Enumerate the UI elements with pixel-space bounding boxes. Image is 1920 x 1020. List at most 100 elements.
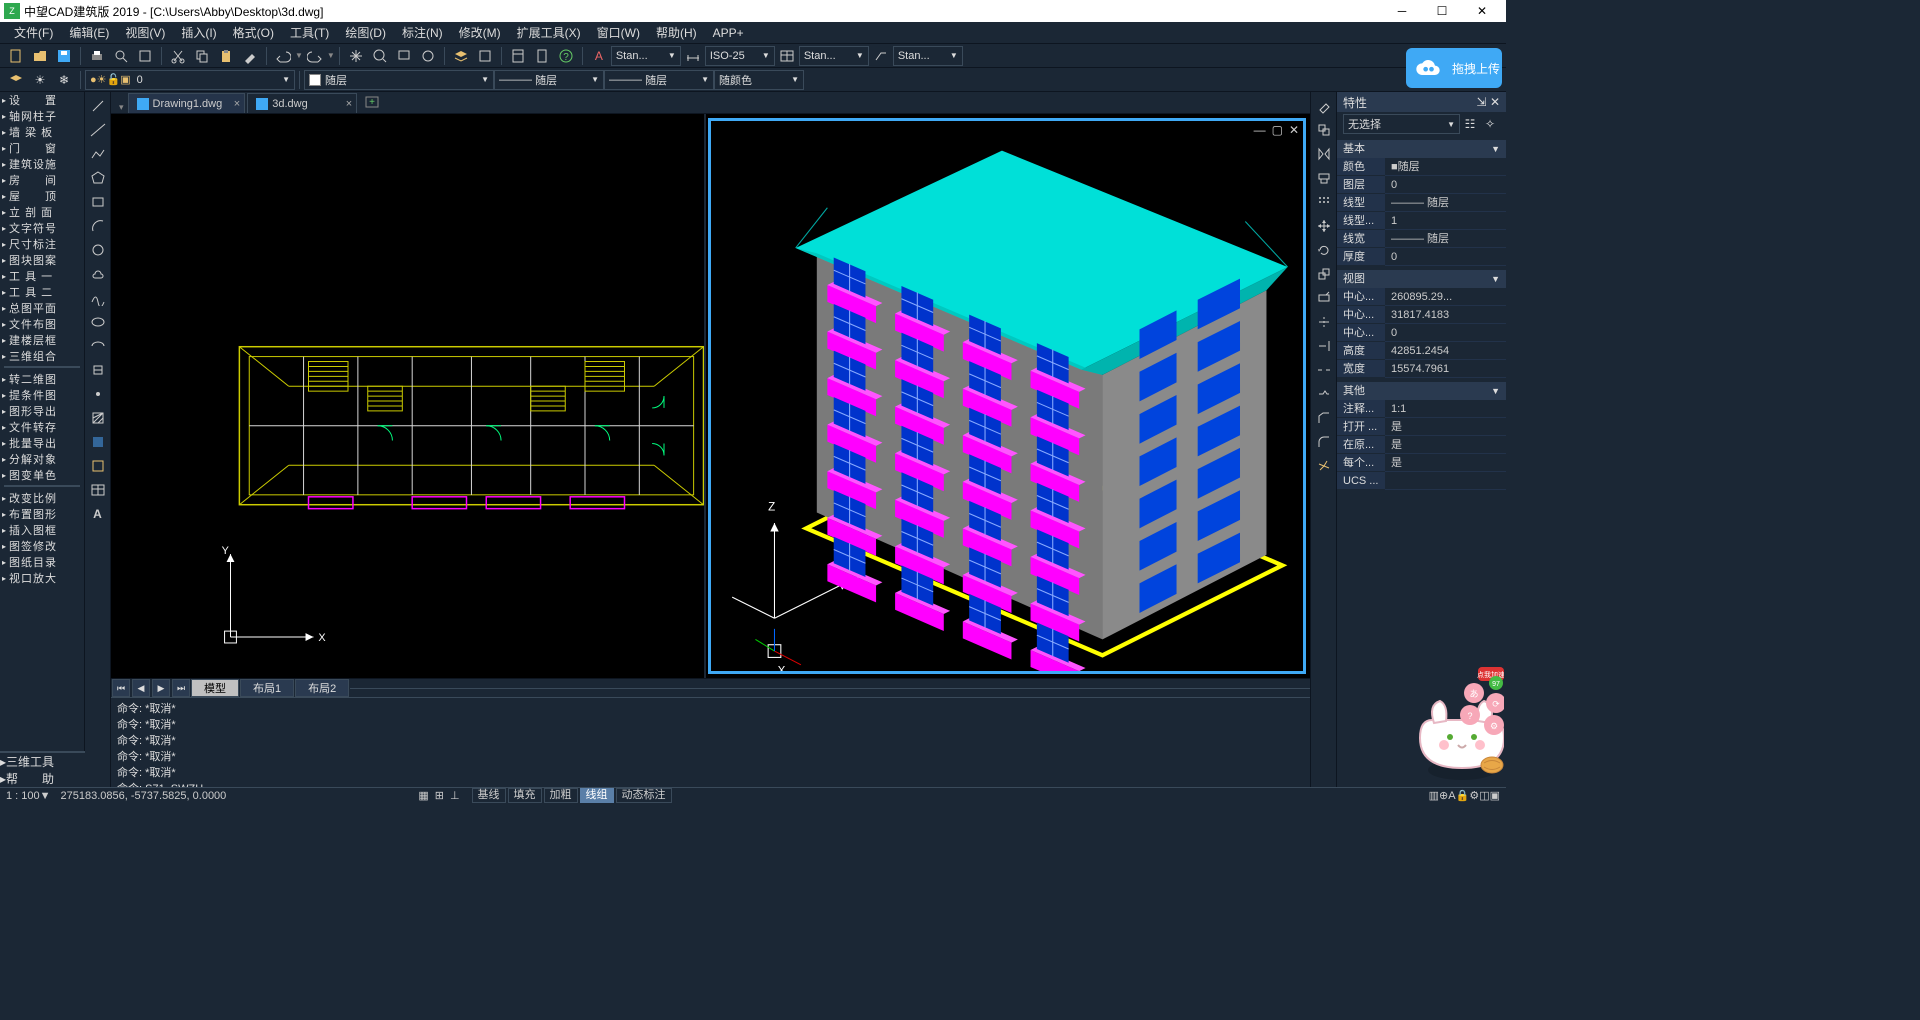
lp-item[interactable]: ▸视口放大 (0, 570, 84, 586)
layerstate-icon[interactable]: ☀ (29, 69, 51, 91)
prop-row[interactable]: 颜色■随层 (1337, 158, 1506, 176)
grid-icon[interactable]: ▦ (418, 789, 428, 802)
lp-item[interactable]: ▸文件转存 (0, 419, 84, 435)
textstyle-icon[interactable]: A (588, 45, 610, 67)
new-tab-icon[interactable]: + (361, 91, 383, 113)
explode-icon[interactable] (1313, 455, 1335, 477)
redo-icon[interactable] (304, 45, 326, 67)
lp-item[interactable]: ▸图签修改 (0, 538, 84, 554)
sb-lock-icon[interactable]: 🔒 (1456, 789, 1470, 802)
undo-icon[interactable] (272, 45, 294, 67)
mtext-icon[interactable]: A (87, 503, 109, 525)
erase-icon[interactable] (1313, 95, 1335, 117)
sb-lgroup[interactable]: 线组 (580, 788, 614, 803)
maximize-button[interactable]: ☐ (1422, 0, 1462, 22)
snap-icon[interactable]: ⊞ (435, 789, 444, 802)
ltype-combo[interactable]: ——— 随层▼ (494, 70, 604, 90)
plotcolor-combo[interactable]: 随颜色▼ (714, 70, 804, 90)
offset-icon[interactable] (1313, 167, 1335, 189)
tab-drawing1[interactable]: Drawing1.dwg× (128, 93, 246, 113)
mleaderstyle-icon[interactable] (870, 45, 892, 67)
prop-row[interactable]: 厚度0 (1337, 248, 1506, 266)
textstyle-combo[interactable]: Stan...▼ (611, 46, 681, 66)
lp-item[interactable]: ▸建筑设施 (0, 156, 84, 172)
prop-row[interactable]: 中心...0 (1337, 324, 1506, 342)
prop-row[interactable]: 宽度15574.7961 (1337, 360, 1506, 378)
menu-window[interactable]: 窗口(W) (589, 22, 648, 44)
sb-annomon-icon[interactable]: ⊕ (1439, 789, 1448, 802)
menu-dim[interactable]: 标注(N) (394, 22, 451, 44)
selection-combo[interactable]: 无选择▼ (1343, 114, 1460, 134)
ellipse-icon[interactable] (87, 311, 109, 333)
prop-row[interactable]: 中心...260895.29... (1337, 288, 1506, 306)
quickselect-icon[interactable]: ☷ (1461, 115, 1479, 133)
minimize-button[interactable]: ─ (1382, 0, 1422, 22)
lp-item[interactable]: ▸图形导出 (0, 403, 84, 419)
open-icon[interactable] (29, 45, 51, 67)
prop-row[interactable]: 线宽——— 随层 (1337, 230, 1506, 248)
dimstyle-combo[interactable]: ISO-25▼ (705, 46, 775, 66)
tablestyle-combo[interactable]: Stan...▼ (799, 46, 869, 66)
close-button[interactable]: ✕ (1462, 0, 1502, 22)
hatch-icon[interactable] (87, 407, 109, 429)
publish-icon[interactable] (134, 45, 156, 67)
paste-icon[interactable] (215, 45, 237, 67)
menu-app[interactable]: APP+ (705, 22, 752, 44)
lp-item[interactable]: ▸尺寸标注 (0, 236, 84, 252)
viewport-plan[interactable]: X Y (111, 114, 706, 678)
layout-prev-icon[interactable]: ◀ (132, 679, 150, 697)
props-icon[interactable] (507, 45, 529, 67)
prop-section[interactable]: 其他▼ (1337, 382, 1506, 400)
layerprops-icon[interactable] (5, 69, 27, 91)
layout-1[interactable]: 布局1 (240, 679, 294, 697)
layeriso-icon[interactable]: ❄ (53, 69, 75, 91)
menu-view[interactable]: 视图(V) (117, 22, 173, 44)
close-icon[interactable]: × (346, 98, 352, 110)
help-icon[interactable]: ? (555, 45, 577, 67)
sb-dyn[interactable]: 动态标注 (616, 788, 672, 803)
menu-modify[interactable]: 修改(M) (451, 22, 509, 44)
tab-3d[interactable]: 3d.dwg× (247, 93, 357, 113)
layer-prev-icon[interactable] (474, 45, 496, 67)
stretch-icon[interactable] (1313, 287, 1335, 309)
prop-row[interactable]: 在原...是 (1337, 436, 1506, 454)
pan-icon[interactable] (345, 45, 367, 67)
layout-2[interactable]: 布局2 (295, 679, 349, 697)
lp-item[interactable]: ▸布置图形 (0, 506, 84, 522)
sb-iso-icon[interactable]: ◫ (1479, 789, 1489, 802)
lp-item[interactable]: ▸房 间 (0, 172, 84, 188)
vp-min-icon[interactable]: ― (1254, 123, 1266, 137)
vp-close-icon[interactable]: ✕ (1289, 123, 1299, 137)
tablestyle-icon[interactable] (776, 45, 798, 67)
lp-item[interactable]: ▸改变比例 (0, 490, 84, 506)
lp-item[interactable]: ▸分解对象 (0, 451, 84, 467)
arc-icon[interactable] (87, 215, 109, 237)
ellipsearc-icon[interactable] (87, 335, 109, 357)
sb-annoscale-icon[interactable]: A (1448, 790, 1455, 802)
menu-draw[interactable]: 绘图(D) (337, 22, 394, 44)
menu-edit[interactable]: 编辑(E) (61, 22, 117, 44)
props-pin-icon[interactable]: ⇲ (1477, 95, 1487, 109)
copyobj-icon[interactable] (1313, 119, 1335, 141)
lp-item[interactable]: ▸墙 梁 板 (0, 124, 84, 140)
rect-icon[interactable] (87, 191, 109, 213)
lweight-combo[interactable]: ——— 随层▼ (604, 70, 714, 90)
dimstyle-icon[interactable] (682, 45, 704, 67)
command-window[interactable]: 命令: *取消*命令: *取消* 命令: *取消*命令: *取消* 命令: *取… (111, 697, 1310, 787)
lp-item[interactable]: ▸文件布图 (0, 316, 84, 332)
lp-item[interactable]: ▸图变单色 (0, 467, 84, 483)
lp-help[interactable]: ▸帮 助 (0, 770, 85, 787)
layout-last-icon[interactable]: ⏭ (172, 679, 190, 697)
lp-item[interactable]: ▸提条件图 (0, 387, 84, 403)
prop-row[interactable]: 高度42851.2454 (1337, 342, 1506, 360)
prop-row[interactable]: 线型...1 (1337, 212, 1506, 230)
prop-row[interactable]: 打开 ...是 (1337, 418, 1506, 436)
break-icon[interactable] (1313, 359, 1335, 381)
prop-row[interactable]: 线型——— 随层 (1337, 194, 1506, 212)
zoom-win-icon[interactable] (393, 45, 415, 67)
mascot-widget[interactable]: あ ⟳ ? ⚙ 点我加速 97 (1384, 665, 1504, 785)
prop-row[interactable]: 中心...31817.4183 (1337, 306, 1506, 324)
line-icon[interactable] (87, 95, 109, 117)
lp-item[interactable]: ▸屋 顶 (0, 188, 84, 204)
menu-file[interactable]: 文件(F) (6, 22, 61, 44)
